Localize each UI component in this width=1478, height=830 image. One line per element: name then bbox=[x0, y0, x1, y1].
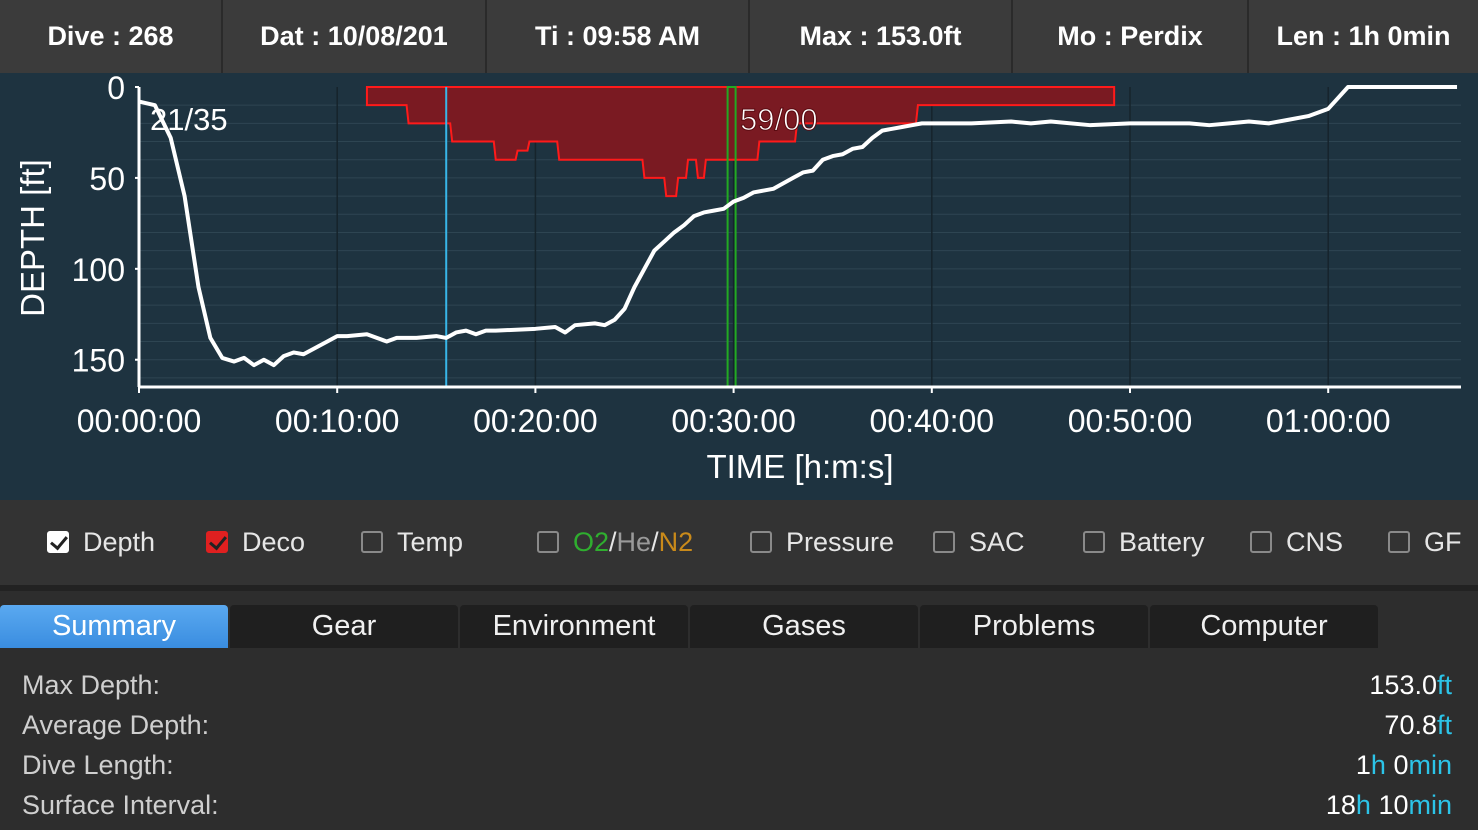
section-divider bbox=[0, 585, 1478, 591]
y-tick-label: 100 bbox=[72, 252, 125, 288]
tab-gear[interactable]: Gear bbox=[230, 605, 458, 648]
tab-gases[interactable]: Gases bbox=[690, 605, 918, 648]
toggle-temp[interactable]: Temp bbox=[361, 527, 463, 557]
checkbox-checked-icon[interactable] bbox=[206, 531, 228, 553]
y-axis-label: DEPTH [ft] bbox=[14, 159, 51, 317]
tab-summary[interactable]: Summary bbox=[0, 605, 228, 648]
header-time: Ti : 09:58 AM bbox=[487, 0, 750, 73]
toggle-cns[interactable]: CNS bbox=[1250, 527, 1343, 557]
summary-label: Average Depth: bbox=[22, 710, 210, 740]
tab-environment[interactable]: Environment bbox=[460, 605, 688, 648]
toggle-n2: N2 bbox=[658, 526, 694, 557]
summary-value: 1h 0min bbox=[1355, 750, 1452, 780]
checkbox-unchecked-icon[interactable] bbox=[361, 531, 383, 553]
y-tick-label: 50 bbox=[89, 161, 125, 197]
toggle-battery-label: Battery bbox=[1119, 526, 1205, 557]
checkbox-unchecked-icon[interactable] bbox=[1250, 531, 1272, 553]
summary-label: Max Depth: bbox=[22, 670, 161, 700]
summary-row-average-depth: Average Depth: 70.8ft bbox=[22, 710, 1452, 750]
tab-computer[interactable]: Computer bbox=[1150, 605, 1378, 648]
summary-value: 70.8ft bbox=[1384, 710, 1452, 740]
toggle-temp-label: Temp bbox=[397, 526, 464, 557]
toggle-depth[interactable]: Depth bbox=[47, 527, 155, 557]
summary-label: Surface Interval: bbox=[22, 790, 219, 820]
toggle-pressure[interactable]: Pressure bbox=[750, 527, 894, 557]
summary-value: 153.0ft bbox=[1369, 670, 1452, 700]
x-tick-label: 00:50:00 bbox=[1068, 403, 1193, 439]
x-axis-label: TIME [h:m:s] bbox=[706, 448, 893, 485]
header-date: Dat : 10/08/201 bbox=[223, 0, 487, 73]
checkbox-unchecked-icon[interactable] bbox=[750, 531, 772, 553]
toggle-gas-fractions[interactable]: O2/He / N2 bbox=[537, 527, 693, 557]
dive-profile-svg[interactable]: 0 50 100 150 00:00:00 00:10:00 00:20:00 00:30:0… bbox=[0, 73, 1478, 500]
checkbox-unchecked-icon[interactable] bbox=[1388, 531, 1410, 553]
toggle-gf-label: GF bbox=[1424, 526, 1462, 557]
header-max-depth: Max : 153.0ft bbox=[750, 0, 1013, 73]
y-tick-label: 150 bbox=[72, 343, 125, 379]
summary-row-surface-interval: Surface Interval: 18h 10min bbox=[22, 790, 1452, 830]
header-model: Mo : Perdix bbox=[1013, 0, 1249, 73]
gas-mix-label: 21/35 bbox=[150, 102, 228, 137]
toggle-sac-label: SAC bbox=[969, 526, 1025, 557]
toggle-sac[interactable]: SAC bbox=[933, 527, 1025, 557]
x-tick-label: 00:00:00 bbox=[77, 403, 202, 439]
detail-tabs: Summary Gear Environment Gases Problems … bbox=[0, 605, 1380, 648]
checkbox-unchecked-icon[interactable] bbox=[1083, 531, 1105, 553]
dive-profile-chart[interactable]: 0 50 100 150 00:00:00 00:10:00 00:20:00 00:30:0… bbox=[0, 73, 1478, 500]
header-length: Len : 1h 0min bbox=[1276, 21, 1451, 51]
toggle-sep: / bbox=[651, 526, 659, 557]
x-tick-label: 01:00:00 bbox=[1266, 403, 1391, 439]
toggle-deco-label: Deco bbox=[242, 526, 306, 557]
checkbox-checked-icon[interactable] bbox=[47, 531, 69, 553]
header-dive-number: Dive : 268 bbox=[0, 0, 223, 73]
summary-panel: Max Depth: 153.0ft Average Depth: 70.8ft… bbox=[0, 648, 1478, 828]
tab-problems[interactable]: Problems bbox=[920, 605, 1148, 648]
x-tick-label: 00:20:00 bbox=[473, 403, 598, 439]
toggle-o2: O2 bbox=[573, 526, 610, 557]
cursor-gas-label: 59/00 bbox=[740, 102, 818, 137]
toggle-he: He bbox=[616, 526, 652, 557]
toggle-pressure-label: Pressure bbox=[786, 526, 895, 557]
checkbox-unchecked-icon[interactable] bbox=[933, 531, 955, 553]
x-tick-label: 00:10:00 bbox=[275, 403, 400, 439]
toggle-depth-label: Depth bbox=[83, 526, 156, 557]
summary-value: 18h 10min bbox=[1325, 790, 1452, 820]
toggle-deco[interactable]: Deco bbox=[206, 527, 305, 557]
x-tick-label: 00:40:00 bbox=[870, 403, 995, 439]
summary-label: Dive Length: bbox=[22, 750, 174, 780]
checkbox-unchecked-icon[interactable] bbox=[537, 531, 559, 553]
x-tick-label: 00:30:00 bbox=[671, 403, 796, 439]
dive-header-bar: Dive : 268 Dat : 10/08/201 Ti : 09:58 AM… bbox=[0, 0, 1478, 73]
summary-row-dive-length: Dive Length: 1h 0min bbox=[22, 750, 1452, 790]
summary-row-max-depth: Max Depth: 153.0ft bbox=[22, 670, 1452, 710]
toggle-gf[interactable]: GF bbox=[1388, 527, 1462, 557]
toggle-sep: / bbox=[609, 526, 617, 557]
toggle-cns-label: CNS bbox=[1286, 526, 1344, 557]
y-tick-label: 0 bbox=[107, 73, 125, 106]
toggle-battery[interactable]: Battery bbox=[1083, 527, 1205, 557]
